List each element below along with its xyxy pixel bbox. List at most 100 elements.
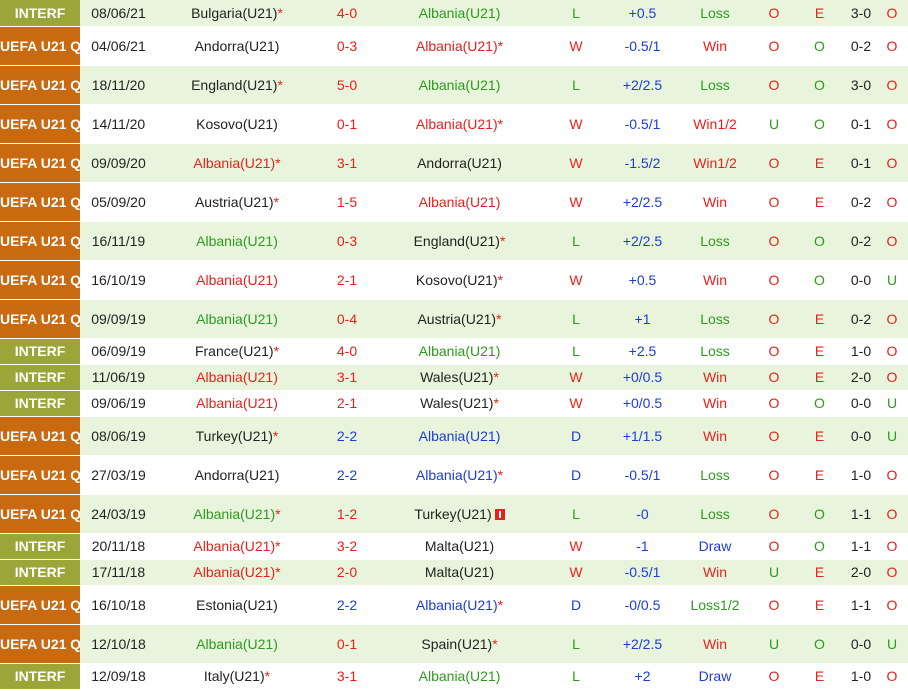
match-score[interactable]: 2-2 [317,585,377,625]
home-team[interactable]: Albania(U21) [157,364,317,391]
competition-badge[interactable]: INTERF [0,559,80,586]
match-row[interactable]: UEFA U21 Q 27/03/19 Andorra(U21) 2-2 Albania… [0,455,908,495]
away-team[interactable]: Turkey(U21) [377,494,542,534]
match-row[interactable]: INTERF 17/11/18 Albania(U21)* 2-0 Malta(U21)… [0,559,908,586]
home-team[interactable]: Albania(U21) [157,624,317,664]
match-score[interactable]: 0-3 [317,26,377,66]
competition-badge[interactable]: UEFA U21 Q [0,26,80,66]
match-row[interactable]: UEFA U21 Q 05/09/20 Austria(U21)* 1-5 Albani… [0,182,908,222]
match-score[interactable]: 0-4 [317,299,377,339]
match-score[interactable]: 1-2 [317,494,377,534]
away-team[interactable]: Albania(U21) [377,663,542,690]
match-score[interactable]: 2-1 [317,260,377,300]
home-team[interactable]: Italy(U21)* [157,663,317,690]
away-team[interactable]: Malta(U21) [377,559,542,586]
match-row[interactable]: UEFA U21 Q 24/03/19 Albania(U21)* 1-2 Turkey… [0,494,908,534]
competition-badge[interactable]: UEFA U21 Q [0,221,80,261]
away-team[interactable]: Austria(U21)* [377,299,542,339]
home-team[interactable]: Albania(U21) [157,299,317,339]
match-row[interactable]: INTERF 08/06/21 Bulgaria(U21)* 4-0 Albania(U… [0,0,908,27]
match-row[interactable]: UEFA U21 Q 16/11/19 Albania(U21) 0-3 England… [0,221,908,261]
away-team[interactable]: Wales(U21)* [377,390,542,417]
home-team[interactable]: Albania(U21) [157,260,317,300]
home-team[interactable]: Albania(U21) [157,221,317,261]
home-team[interactable]: Estonia(U21) [157,585,317,625]
home-team[interactable]: Albania(U21)* [157,494,317,534]
match-score[interactable]: 2-0 [317,559,377,586]
competition-badge[interactable]: INTERF [0,390,80,417]
competition-badge[interactable]: UEFA U21 Q [0,494,80,534]
competition-badge[interactable]: INTERF [0,533,80,560]
match-row[interactable]: INTERF 09/06/19 Albania(U21) 2-1 Wales(U21)*… [0,390,908,417]
away-team[interactable]: Albania(U21) [377,182,542,222]
home-team[interactable]: England(U21)* [157,65,317,105]
match-row[interactable]: UEFA U21 Q 12/10/18 Albania(U21) 0-1 Spain(U… [0,624,908,664]
home-team[interactable]: Andorra(U21) [157,26,317,66]
competition-badge[interactable]: UEFA U21 Q [0,143,80,183]
match-row[interactable]: UEFA U21 Q 16/10/18 Estonia(U21) 2-2 Albania… [0,585,908,625]
away-team[interactable]: Albania(U21)* [377,26,542,66]
competition-badge[interactable]: INTERF [0,663,80,690]
home-team[interactable]: Albania(U21)* [157,559,317,586]
match-row[interactable]: UEFA U21 Q 09/09/20 Albania(U21)* 3-1 Andorr… [0,143,908,183]
match-score[interactable]: 0-1 [317,624,377,664]
match-score[interactable]: 4-0 [317,0,377,27]
match-row[interactable]: UEFA U21 Q 18/11/20 England(U21)* 5-0 Albani… [0,65,908,105]
away-team[interactable]: Kosovo(U21)* [377,260,542,300]
match-row[interactable]: INTERF 20/11/18 Albania(U21)* 3-2 Malta(U21)… [0,533,908,560]
home-team[interactable]: Austria(U21)* [157,182,317,222]
away-team[interactable]: Malta(U21) [377,533,542,560]
competition-badge[interactable]: UEFA U21 Q [0,182,80,222]
home-team[interactable]: Albania(U21) [157,390,317,417]
home-team[interactable]: Albania(U21)* [157,143,317,183]
match-score[interactable]: 2-2 [317,455,377,495]
away-team[interactable]: Spain(U21)* [377,624,542,664]
away-team[interactable]: Albania(U21) [377,65,542,105]
match-score[interactable]: 3-2 [317,533,377,560]
match-row[interactable]: UEFA U21 Q 09/09/19 Albania(U21) 0-4 Austria… [0,299,908,339]
home-team[interactable]: Andorra(U21) [157,455,317,495]
match-score[interactable]: 2-1 [317,390,377,417]
match-score[interactable]: 0-3 [317,221,377,261]
competition-badge[interactable]: INTERF [0,364,80,391]
match-score[interactable]: 3-1 [317,663,377,690]
away-team[interactable]: Albania(U21)* [377,104,542,144]
match-score[interactable]: 3-1 [317,143,377,183]
competition-badge[interactable]: UEFA U21 Q [0,455,80,495]
away-team[interactable]: Albania(U21) [377,338,542,365]
match-score[interactable]: 5-0 [317,65,377,105]
competition-badge[interactable]: INTERF [0,0,80,27]
match-score[interactable]: 1-5 [317,182,377,222]
home-team[interactable]: Albania(U21)* [157,533,317,560]
home-team[interactable]: France(U21)* [157,338,317,365]
competition-badge[interactable]: UEFA U21 Q [0,260,80,300]
away-team[interactable]: Albania(U21)* [377,455,542,495]
competition-badge[interactable]: UEFA U21 Q [0,299,80,339]
competition-badge[interactable]: INTERF [0,338,80,365]
away-team[interactable]: Albania(U21)* [377,585,542,625]
match-row[interactable]: UEFA U21 Q 08/06/19 Turkey(U21)* 2-2 Albania… [0,416,908,456]
competition-badge[interactable]: UEFA U21 Q [0,416,80,456]
match-score[interactable]: 2-2 [317,416,377,456]
competition-badge[interactable]: UEFA U21 Q [0,624,80,664]
match-row[interactable]: INTERF 11/06/19 Albania(U21) 3-1 Wales(U21)*… [0,364,908,391]
match-row[interactable]: UEFA U21 Q 16/10/19 Albania(U21) 2-1 Kosovo(… [0,260,908,300]
match-score[interactable]: 3-1 [317,364,377,391]
away-team[interactable]: Wales(U21)* [377,364,542,391]
away-team[interactable]: Andorra(U21) [377,143,542,183]
home-team[interactable]: Turkey(U21)* [157,416,317,456]
competition-badge[interactable]: UEFA U21 Q [0,65,80,105]
competition-badge[interactable]: UEFA U21 Q [0,104,80,144]
home-team[interactable]: Bulgaria(U21)* [157,0,317,27]
match-score[interactable]: 4-0 [317,338,377,365]
match-row[interactable]: UEFA U21 Q 04/06/21 Andorra(U21) 0-3 Albania… [0,26,908,66]
match-row[interactable]: INTERF 06/09/19 France(U21)* 4-0 Albania(U21… [0,338,908,365]
home-team[interactable]: Kosovo(U21) [157,104,317,144]
away-team[interactable]: England(U21)* [377,221,542,261]
away-team[interactable]: Albania(U21) [377,0,542,27]
match-score[interactable]: 0-1 [317,104,377,144]
competition-badge[interactable]: UEFA U21 Q [0,585,80,625]
away-team[interactable]: Albania(U21) [377,416,542,456]
match-row[interactable]: UEFA U21 Q 14/11/20 Kosovo(U21) 0-1 Albania(… [0,104,908,144]
match-row[interactable]: INTERF 12/09/18 Italy(U21)* 3-1 Albania(U21)… [0,663,908,690]
